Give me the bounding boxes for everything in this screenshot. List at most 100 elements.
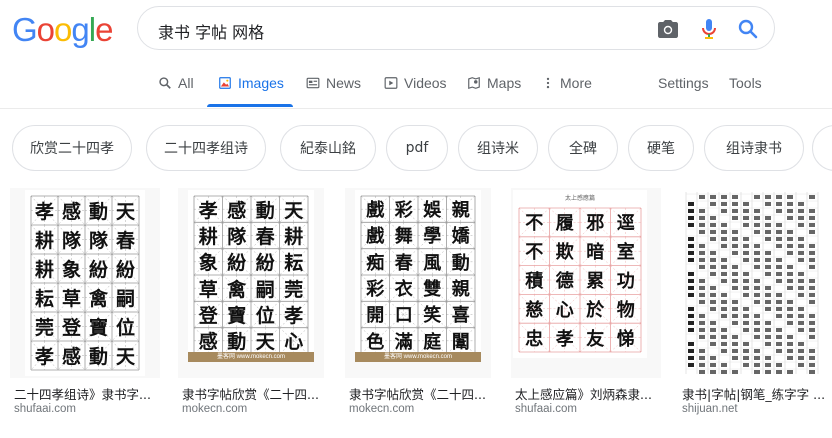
calligraphy-character: 舞 bbox=[394, 226, 413, 248]
calligraphy-character: 友 bbox=[586, 328, 605, 350]
tab-more[interactable]: More bbox=[542, 60, 592, 106]
calligraphy-character: 耕 bbox=[34, 230, 54, 252]
image-result-domain: shufaai.com bbox=[515, 403, 578, 415]
calligraphy-character: 滿 bbox=[394, 331, 413, 353]
image-result-domain: shijuan.net bbox=[682, 403, 738, 415]
calligraphy-sheet: 戲彩娛親戲舞學嬌痴春風動彩衣雙親開口笑喜色滿庭闈墨客网 www.mokecn.c… bbox=[355, 190, 481, 362]
calligraphy-character: 物 bbox=[616, 299, 635, 321]
image-result-thumbnail[interactable]: 孝感動天耕隊春耕象紛紛耘草禽嗣莞登寶位孝感動天心墨客网 www.mokecn.c… bbox=[178, 188, 324, 378]
calligraphy-character: 耘 bbox=[34, 288, 54, 310]
search-box[interactable]: 隶书 字帖 网格 bbox=[137, 6, 775, 50]
calligraphy-character: 口 bbox=[394, 305, 413, 327]
image-result-thumbnail[interactable]: 孝感動天耕隊隊春耕象紛紛耘草禽嗣莞登寶位孝感動天 bbox=[10, 188, 160, 378]
calligraphy-character: 逕 bbox=[616, 213, 635, 235]
tab-images[interactable]: Images bbox=[218, 60, 284, 106]
logo-letter: g bbox=[71, 11, 89, 48]
tab-images-label: Images bbox=[238, 75, 284, 91]
image-result-domain: mokecn.com bbox=[182, 403, 248, 415]
image-result-title[interactable]: 隶书字帖欣赏《二十四... bbox=[349, 384, 495, 403]
related-search-chip[interactable]: 欣赏二十四孝 bbox=[12, 125, 132, 171]
calligraphy-character: 雙 bbox=[423, 279, 442, 301]
tab-all-label: All bbox=[178, 75, 194, 91]
search-input[interactable]: 隶书 字帖 网格 bbox=[158, 19, 264, 43]
tools-label: Tools bbox=[729, 75, 762, 91]
calligraphy-character: 天 bbox=[115, 201, 135, 223]
calligraphy-character: 德 bbox=[555, 270, 574, 292]
image-result-thumbnail[interactable]: 戲彩娛親戲舞學嬌痴春風動彩衣雙親開口笑喜色滿庭闈墨客网 www.mokecn.c… bbox=[345, 188, 491, 378]
logo-letter: o bbox=[36, 11, 55, 48]
calligraphy-character: 功 bbox=[616, 270, 635, 292]
google-logo[interactable]: Google bbox=[12, 11, 113, 49]
image-result-title[interactable]: 隶书|字帖|钢笔_练字字 ... bbox=[682, 384, 832, 403]
image-result-title[interactable]: 二十四孝组诗》隶书字... bbox=[14, 384, 164, 403]
news-icon bbox=[306, 77, 320, 89]
calligraphy-character: 忠 bbox=[525, 328, 544, 350]
tools-link[interactable]: Tools bbox=[729, 60, 762, 106]
calligraphy-character: 於 bbox=[586, 299, 605, 321]
related-search-chip[interactable]: 组诗隶书 bbox=[704, 125, 804, 171]
related-search-chip[interactable]: 紀泰山銘 bbox=[280, 125, 376, 171]
tab-all[interactable]: All bbox=[158, 60, 194, 106]
calligraphy-character: 不 bbox=[525, 242, 544, 264]
calligraphy-character: 親 bbox=[451, 279, 470, 301]
calligraphy-character: 嗣 bbox=[255, 278, 275, 301]
calligraphy-character: 隊 bbox=[61, 230, 81, 252]
active-tab-indicator bbox=[207, 104, 293, 107]
calligraphy-character: 耕 bbox=[284, 226, 304, 248]
calligraphy-character: 耘 bbox=[284, 252, 304, 275]
calligraphy-character: 登 bbox=[198, 305, 218, 327]
search-icon[interactable] bbox=[736, 17, 760, 41]
calligraphy-character: 笑 bbox=[423, 305, 442, 327]
tab-videos[interactable]: Videos bbox=[384, 60, 447, 106]
related-search-chip-overflow[interactable] bbox=[812, 125, 832, 171]
calligraphy-character: 莞 bbox=[284, 278, 304, 301]
calligraphy-character: 春 bbox=[394, 252, 413, 274]
calligraphy-character: 履 bbox=[555, 213, 574, 235]
related-search-chip[interactable]: 二十四孝组诗 bbox=[146, 125, 266, 171]
calligraphy-character: 孝 bbox=[284, 305, 304, 327]
image-result-thumbnail[interactable] bbox=[678, 188, 828, 378]
calligraphy-character: 親 bbox=[451, 200, 470, 222]
calligraphy-character: 登 bbox=[61, 317, 81, 339]
calligraphy-character: 慈 bbox=[525, 299, 544, 321]
calligraphy-character: 孝 bbox=[34, 346, 54, 368]
logo-letter: o bbox=[54, 11, 72, 48]
calligraphy-character: 紛 bbox=[88, 259, 108, 281]
calligraphy-character: 禽 bbox=[227, 278, 247, 301]
related-search-chip[interactable]: 硬笔 bbox=[628, 125, 694, 171]
calligraphy-character: 孝 bbox=[198, 199, 218, 222]
calligraphy-sheet: 孝感動天耕隊春耕象紛紛耘草禽嗣莞登寶位孝感動天心墨客网 www.mokecn.c… bbox=[188, 190, 314, 362]
image-result-title[interactable]: 太上感应篇》刘炳森隶... bbox=[515, 384, 665, 403]
calligraphy-character: 感 bbox=[61, 346, 81, 368]
tab-more-label: More bbox=[560, 75, 592, 91]
image-result-thumbnail[interactable]: 太上感應篇不履邪逕不欺暗室積德累功慈心於物忠孝友悌 bbox=[511, 188, 661, 378]
image-result-domain: mokecn.com bbox=[349, 403, 415, 415]
tab-maps[interactable]: Maps bbox=[467, 60, 521, 106]
calligraphy-character: 闈 bbox=[451, 331, 470, 353]
image-icon bbox=[219, 77, 231, 89]
image-result-title[interactable]: 隶书字帖欣赏《二十四... bbox=[182, 384, 328, 403]
calligraphy-character: 喜 bbox=[451, 305, 470, 327]
calligraphy-character: 痴 bbox=[366, 252, 385, 274]
calligraphy-character: 累 bbox=[586, 270, 605, 292]
calligraphy-character: 春 bbox=[115, 230, 135, 252]
calligraphy-character: 悌 bbox=[616, 328, 635, 350]
microphone-icon[interactable] bbox=[697, 17, 721, 41]
watermark: 墨客网 www.mokecn.com bbox=[188, 352, 314, 362]
calligraphy-character: 莞 bbox=[34, 317, 54, 339]
settings-link[interactable]: Settings bbox=[658, 60, 709, 106]
calligraphy-character: 不 bbox=[525, 213, 544, 235]
calligraphy-sheet: 太上感應篇不履邪逕不欺暗室積德累功慈心於物忠孝友悌 bbox=[513, 190, 647, 358]
logo-letter: e bbox=[95, 11, 113, 48]
calligraphy-character: 紛 bbox=[115, 259, 135, 281]
related-search-chip[interactable]: pdf bbox=[386, 125, 448, 171]
related-search-chip[interactable]: 全碑 bbox=[548, 125, 618, 171]
related-search-chip[interactable]: 组诗米 bbox=[458, 125, 538, 171]
calligraphy-character: 動 bbox=[255, 199, 275, 222]
settings-label: Settings bbox=[658, 75, 709, 91]
calligraphy-character: 心 bbox=[555, 299, 574, 321]
calligraphy-character: 色 bbox=[366, 331, 385, 353]
camera-icon[interactable] bbox=[656, 17, 680, 41]
tab-news[interactable]: News bbox=[306, 60, 361, 106]
calligraphy-character: 娛 bbox=[423, 200, 442, 222]
